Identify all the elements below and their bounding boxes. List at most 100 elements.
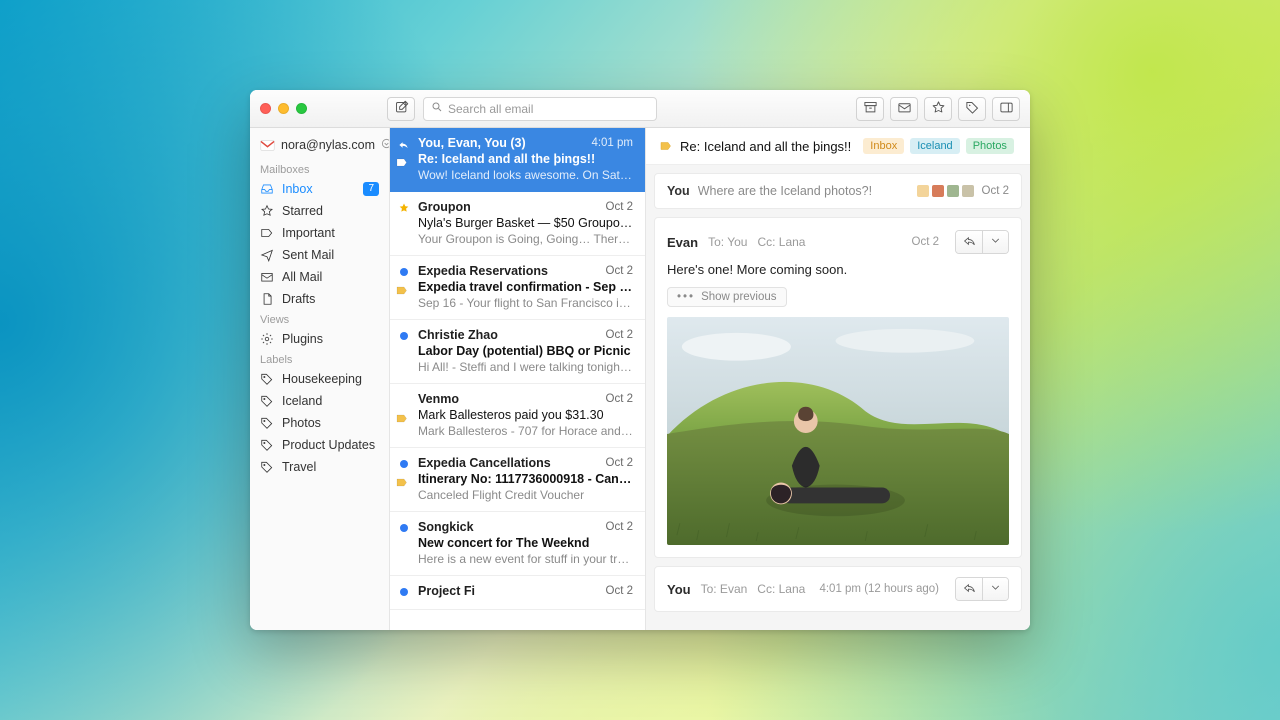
toolbar [250, 90, 1030, 128]
thread-item[interactable]: You, Evan, You (3)4:01 pmRe: Iceland and… [390, 128, 645, 192]
message-title: Re: Iceland and all the þings!! [680, 139, 851, 154]
thread-from: Venmo [418, 392, 459, 406]
reply-menu-button[interactable] [982, 578, 1008, 600]
thread-item[interactable]: GrouponOct 2Nyla's Burger Basket — $50 G… [390, 192, 645, 256]
search-field[interactable] [423, 97, 657, 121]
reply-menu-button[interactable] [982, 231, 1008, 253]
star-button[interactable] [924, 97, 952, 121]
search-icon [431, 101, 443, 116]
sidebar-icon [999, 100, 1014, 118]
thread-from: Christie Zhao [418, 328, 498, 342]
thread-date: Oct 2 [606, 521, 633, 533]
tag-icon [260, 416, 274, 430]
thread-item[interactable]: SongkickOct 2New concert for The WeekndH… [390, 512, 645, 576]
reply-draft: You To: Evan Cc: Lana 4:01 pm (12 hours … [654, 566, 1022, 612]
compose-button[interactable] [387, 97, 415, 121]
sidebar-label: Housekeeping [282, 372, 362, 386]
zoom-window[interactable] [296, 103, 307, 114]
thread-from: Songkick [418, 520, 474, 534]
thread-item[interactable]: Project FiOct 2 [390, 576, 645, 610]
sent-icon [260, 248, 274, 262]
thread-subject: Nyla's Burger Basket — $50 Groupon t… [418, 216, 633, 230]
message-body: Here's one! More coming soon. [667, 262, 1009, 277]
unread-dot [400, 524, 408, 532]
sidebar-item-iceland[interactable]: Iceland [250, 390, 389, 412]
thread-item[interactable]: Christie Zhao Oct 2 Labor Day (potential) … [390, 320, 645, 384]
sidebar-label: Starred [282, 204, 323, 218]
gmail-icon [260, 140, 275, 151]
minimize-window[interactable] [278, 103, 289, 114]
mark-read-button[interactable] [890, 97, 918, 121]
archive-button[interactable] [856, 97, 884, 121]
show-previous-button[interactable]: ••• Show previous [667, 287, 787, 307]
sidebar-label: Photos [282, 416, 321, 430]
sidebar-item-sent[interactable]: Sent Mail [250, 244, 389, 266]
reply-to: To: Evan [701, 582, 748, 596]
account-row[interactable]: nora@nylas.com [250, 136, 389, 160]
close-window[interactable] [260, 103, 271, 114]
thread-preview: Mark Ballesteros - 707 for Horace and me [418, 424, 633, 438]
tag-icon [260, 438, 274, 452]
thread-item[interactable]: Expedia CancellationsOct 2Itinerary No: … [390, 448, 645, 512]
label-chip[interactable]: Inbox [863, 138, 904, 154]
thread-preview: Your Groupon is Going, Going… There are … [418, 232, 633, 246]
reply-button-group [955, 230, 1009, 254]
thread-date: Oct 2 [606, 393, 633, 405]
flag-icon [660, 139, 672, 154]
sidebar-item-inbox[interactable]: Inbox 7 [250, 178, 389, 200]
collapsed-message[interactable]: You Where are the Iceland photos?! Oct 2 [654, 173, 1022, 209]
unread-dot [400, 460, 408, 468]
star-icon [260, 204, 274, 218]
expanded-cc: Cc: Lana [757, 235, 805, 249]
archive-icon [863, 100, 878, 118]
account-email: nora@nylas.com [281, 138, 375, 152]
search-input[interactable] [448, 102, 649, 116]
sidebar-label: Iceland [282, 394, 322, 408]
label-button[interactable] [958, 97, 986, 121]
thread-date: Oct 2 [606, 201, 633, 213]
star-icon [931, 100, 946, 118]
thread-subject: Re: Iceland and all the þings!! [418, 152, 633, 166]
sidebar-item-all-mail[interactable]: All Mail [250, 266, 389, 288]
sidebar-item-starred[interactable]: Starred [250, 200, 389, 222]
unread-dot [400, 332, 408, 340]
sidebar-item-plugins[interactable]: Plugins [250, 328, 389, 350]
sidebar-label: Product Updates [282, 438, 375, 452]
attached-photo[interactable] [667, 317, 1009, 545]
sidebar-item-important[interactable]: Important [250, 222, 389, 244]
thread-item[interactable]: Expedia ReservationsOct 2Expedia travel … [390, 256, 645, 320]
sidebar-item-travel[interactable]: Travel [250, 456, 389, 478]
thread-date: Oct 2 [606, 585, 633, 597]
drafts-icon [260, 292, 274, 306]
reply-icon [963, 581, 976, 597]
thread-subject: Labor Day (potential) BBQ or Picnic [418, 344, 633, 358]
thread-preview: Canceled Flight Credit Voucher [418, 488, 633, 502]
thread-date: Oct 2 [606, 329, 633, 341]
thread-from: You, Evan, You (3) [418, 136, 526, 150]
flag-icon [396, 158, 408, 167]
toggle-pane-button[interactable] [992, 97, 1020, 121]
section-views: Views [250, 310, 389, 328]
label-chip[interactable]: Iceland [910, 138, 959, 154]
reply-button[interactable] [956, 578, 982, 600]
reply-button[interactable] [956, 231, 982, 253]
tag-icon [965, 100, 980, 118]
thread-item[interactable]: Venmo Oct 2 Mark Ballesteros paid you $31.… [390, 384, 645, 448]
sidebar-item-product-updates[interactable]: Product Updates [250, 434, 389, 456]
thread-subject: Mark Ballesteros paid you $31.30 [418, 408, 633, 422]
label-chip[interactable]: Photos [966, 138, 1014, 154]
attachment-icons [917, 185, 974, 197]
sidebar-label: Travel [282, 460, 316, 474]
compose-icon [394, 100, 409, 118]
sidebar-item-drafts[interactable]: Drafts [250, 288, 389, 310]
thread-from: Expedia Reservations [418, 264, 548, 278]
star-icon [398, 202, 410, 217]
expanded-from: Evan [667, 235, 698, 250]
message-header: Re: Iceland and all the þings!! Inbox Ice… [646, 128, 1030, 165]
sidebar-item-photos[interactable]: Photos [250, 412, 389, 434]
thread-preview: Hi All! - Steffi and I were talking toni… [418, 360, 633, 374]
reply-from: You [667, 582, 691, 597]
flag-icon [396, 286, 408, 295]
sidebar-item-housekeeping[interactable]: Housekeeping [250, 368, 389, 390]
chevron-down-icon [381, 138, 390, 152]
